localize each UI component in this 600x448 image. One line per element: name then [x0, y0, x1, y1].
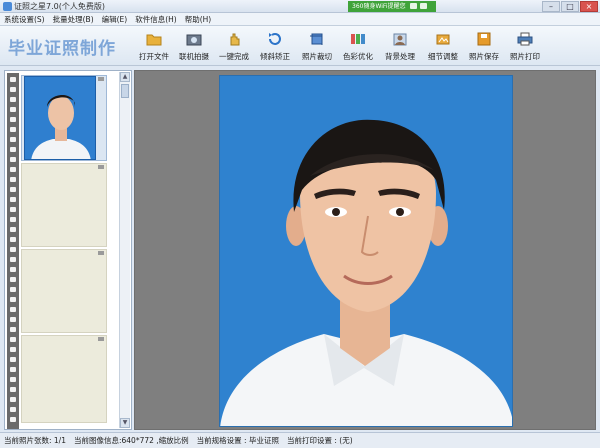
folder-icon — [420, 3, 427, 9]
main-photo[interactable] — [219, 75, 513, 427]
wifi-notice-text: 360随身WiFi提醒您 — [352, 3, 406, 10]
app-icon — [3, 2, 12, 11]
portrait-image — [220, 76, 512, 426]
thumbnail-scrollbar[interactable]: ▲ ▼ — [119, 72, 130, 428]
detail-adjust-label: 细节调整 — [428, 52, 458, 61]
folder-icon — [146, 34, 162, 46]
photo-save-button[interactable]: 照片保存 — [464, 32, 504, 64]
scroll-thumb[interactable] — [121, 84, 129, 98]
toolbar: 毕业证照制作 打开文件 联机拍摄 一键完成 倾斜矫正 照片裁切 色彩优化 背景处… — [0, 26, 600, 66]
camera-capture-button[interactable]: 联机拍摄 — [174, 32, 214, 64]
tilt-correct-label: 倾斜矫正 — [260, 52, 290, 61]
photo-crop-button[interactable]: 照片裁切 — [297, 32, 337, 64]
palette-icon — [351, 34, 365, 44]
color-optimize-label: 色彩优化 — [343, 52, 373, 61]
one-click-label: 一键完成 — [219, 52, 249, 61]
photo-print-button[interactable]: 照片打印 — [505, 32, 545, 64]
status-spec-setting: 当前规格设置 : 毕业证照 — [196, 436, 279, 445]
background-process-button[interactable]: 背景处理 — [380, 32, 420, 64]
photo-print-label: 照片打印 — [510, 52, 540, 61]
status-print-setting: 当前打印设置 : (无) — [286, 436, 353, 445]
tilt-correct-button[interactable]: 倾斜矫正 — [255, 32, 295, 64]
thumbnail-slot-4[interactable] — [21, 335, 107, 423]
detail-icon — [436, 34, 450, 45]
maximize-button[interactable]: □ — [561, 1, 579, 12]
background-icon — [393, 33, 407, 46]
film-strip — [7, 73, 19, 429]
close-button[interactable]: × — [580, 1, 598, 12]
wifi-notice[interactable]: 360随身WiFi提醒您 — [348, 1, 436, 12]
brand-title: 毕业证照制作 — [8, 39, 116, 59]
title-bar: 证照之星7.0(个人免费版) 360随身WiFi提醒您 – □ × — [0, 0, 600, 13]
scroll-up-arrow-icon[interactable]: ▲ — [120, 72, 130, 82]
scroll-down-arrow-icon[interactable]: ▼ — [120, 418, 130, 428]
background-process-label: 背景处理 — [385, 52, 415, 61]
menu-software-info[interactable]: 软件信息(H) — [135, 13, 177, 25]
printer-icon — [517, 32, 533, 46]
menu-help[interactable]: 帮助(H) — [185, 13, 212, 25]
wifi-icon — [410, 3, 417, 9]
status-image-info: 当前图像信息:640*772 ,缩放比例 — [73, 436, 189, 445]
open-file-button[interactable]: 打开文件 — [134, 32, 174, 64]
thumbnail-slot-2[interactable] — [21, 163, 107, 247]
photo-thumbnail[interactable] — [24, 76, 96, 160]
color-optimize-button[interactable]: 色彩优化 — [338, 32, 378, 64]
detail-adjust-button[interactable]: 细节调整 — [423, 32, 463, 64]
thumbnail-slot-3[interactable] — [21, 249, 107, 333]
window-title: 证照之星7.0(个人免费版) — [14, 2, 105, 11]
camera-icon — [186, 34, 202, 46]
status-bar: 当前照片张数: 1/1 当前图像信息:640*772 ,缩放比例 当前规格设置 … — [0, 432, 600, 448]
menu-system-settings[interactable]: 系统设置(S) — [4, 13, 45, 25]
open-file-label: 打开文件 — [139, 52, 169, 61]
menu-bar: 系统设置(S) 批量处理(B) 编辑(E) 软件信息(H) 帮助(H) — [0, 13, 600, 26]
menu-batch[interactable]: 批量处理(B) — [53, 13, 94, 25]
one-click-button[interactable]: 一键完成 — [214, 32, 254, 64]
hand-icon — [230, 33, 240, 46]
menu-edit[interactable]: 编辑(E) — [102, 13, 128, 25]
photo-workspace — [134, 70, 596, 430]
portrait-thumbnail-image — [25, 77, 95, 159]
minimize-button[interactable]: – — [542, 1, 560, 12]
save-icon — [477, 32, 491, 46]
crop-icon — [310, 33, 323, 45]
camera-capture-label: 联机拍摄 — [179, 52, 209, 61]
photo-save-label: 照片保存 — [469, 52, 499, 61]
rotate-icon — [269, 33, 281, 45]
status-photo-count: 当前照片张数: 1/1 — [4, 436, 66, 445]
photo-crop-label: 照片裁切 — [302, 52, 332, 61]
